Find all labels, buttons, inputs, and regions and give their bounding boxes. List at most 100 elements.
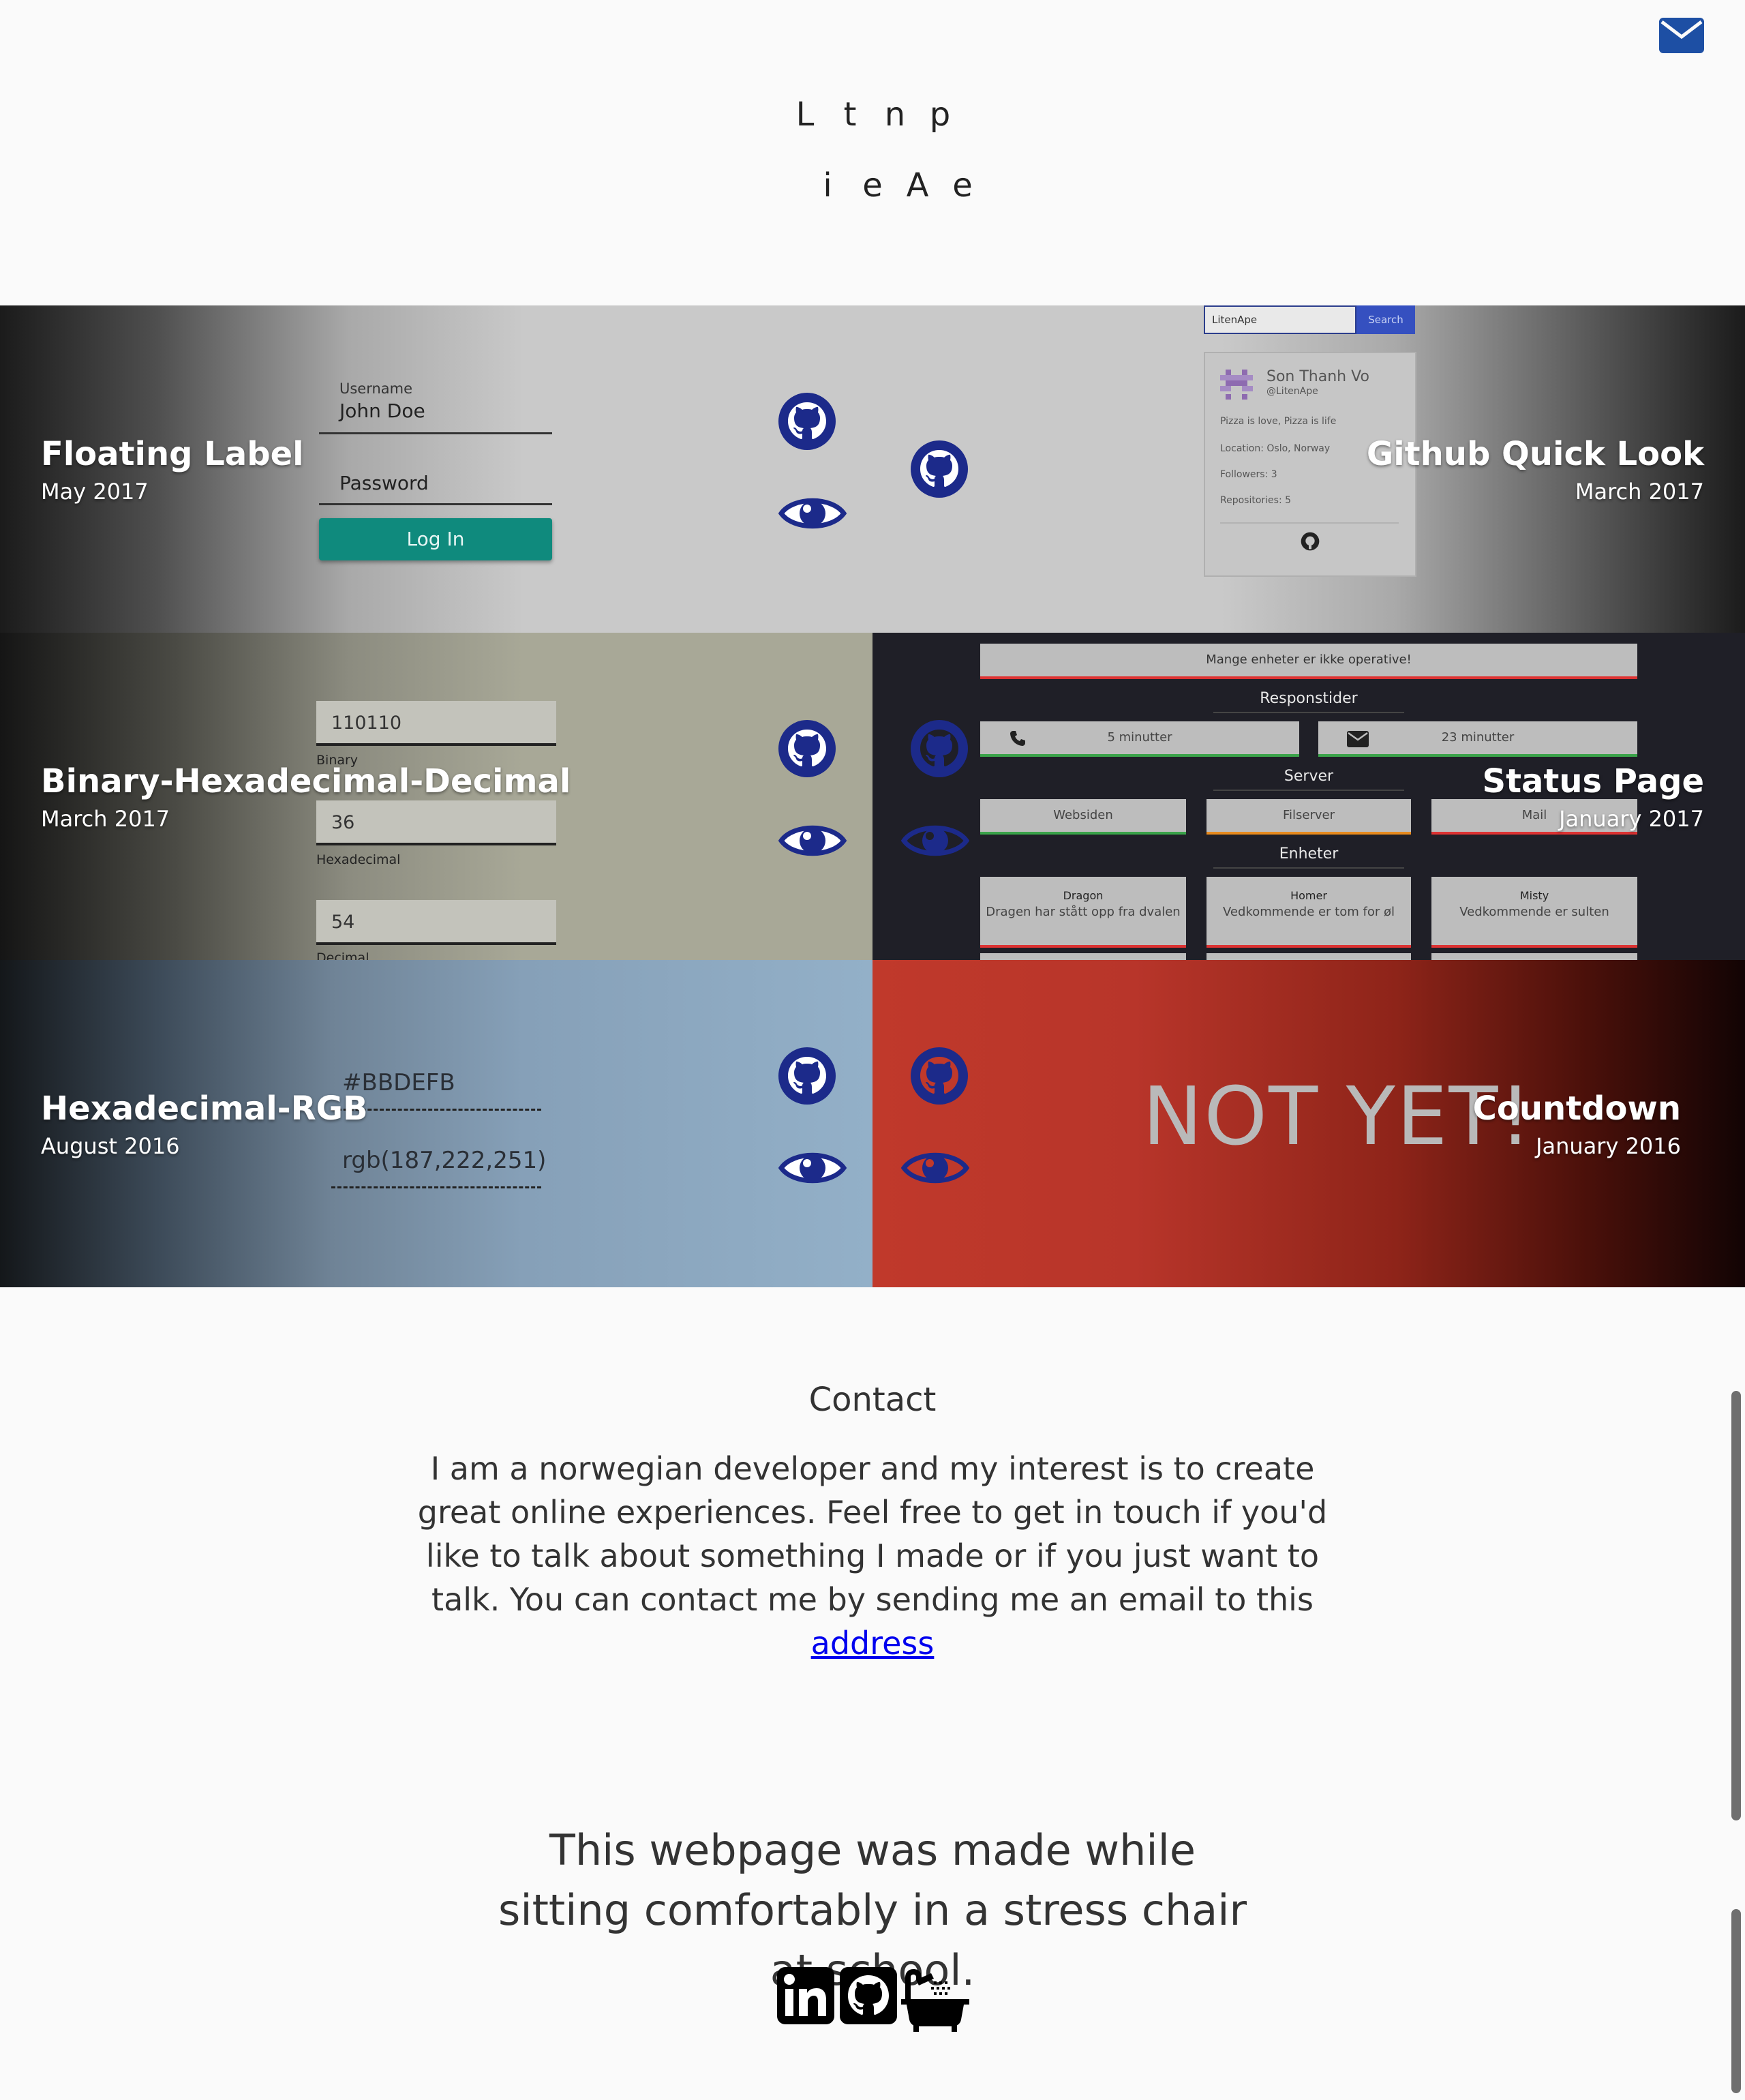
bathtub-icon[interactable] (901, 1964, 969, 2032)
preview-device-name: Dragon (1063, 889, 1104, 902)
preview-rgb-value: rgb(187,222,251) (342, 1147, 547, 1174)
project-title: Floating Label (41, 435, 304, 473)
avatar-icon (1220, 370, 1253, 400)
preview-username-underline (319, 432, 552, 434)
eye-icon[interactable] (778, 492, 847, 535)
envelope-icon (1347, 731, 1369, 747)
project-tile-binary-hexadecimal-decimal[interactable]: 110110 Binary 36 Hexadecimal 54 Decimal … (0, 633, 872, 960)
preview-device-card: Dragon Dragen har stått opp fra dvalen (980, 877, 1186, 948)
preview-phone-time: 5 minutter (1107, 730, 1172, 745)
preview-server-item: Websiden (980, 799, 1186, 835)
github-icon[interactable] (911, 440, 968, 498)
preview-username-value: John Doe (339, 400, 425, 422)
project-title: Countdown (1472, 1090, 1681, 1128)
preview-password-underline (319, 503, 552, 505)
preview-section-response: Responstider (1213, 686, 1404, 713)
preview-server-item: Filserver (1207, 799, 1411, 835)
logo-letter: t (843, 95, 857, 134)
preview-decimal-input: 54 (316, 900, 556, 945)
preview-profile-handle: @LitenApe (1266, 386, 1318, 397)
eye-icon[interactable] (901, 820, 969, 862)
envelope-icon[interactable] (1659, 18, 1704, 53)
github-icon[interactable] (778, 1047, 836, 1105)
preview-device-card: Misty Vedkommende er sulten (1431, 877, 1637, 948)
eye-icon[interactable] (778, 820, 847, 862)
preview-mail-time: 23 minutter (1441, 730, 1515, 745)
eye-icon[interactable] (778, 1147, 847, 1189)
project-tile-status-page[interactable]: Mange enheter er ikke operative! Respons… (872, 633, 1745, 960)
project-date: January 2017 (1559, 806, 1704, 832)
project-tile-hexadecimal-rgb[interactable]: #BBDEFB rgb(187,222,251) Hexadecimal-RGB… (0, 960, 872, 1287)
preview-rgb-underline (331, 1186, 541, 1188)
project-tile-floating-label[interactable]: Username John Doe Password Log In Floati… (0, 305, 872, 633)
logo-letter: e (862, 166, 883, 205)
preview-profile-followers: Followers: 3 (1220, 469, 1277, 480)
scrollbar-thumb[interactable] (1731, 1391, 1741, 1820)
preview-device-status: Vedkommende er sulten (1459, 905, 1609, 919)
preview-binary-input: 110110 (316, 701, 556, 746)
site-logo-top: Ltnp (0, 95, 1745, 134)
project-title: Status Page (1482, 762, 1705, 800)
preview-device-card (1207, 953, 1411, 960)
logo-letter: L (795, 95, 815, 134)
scrollbar-thumb[interactable] (1731, 1909, 1741, 2093)
preview-hex-label: Hexadecimal (316, 852, 401, 867)
preview-decimal-label: Decimal (316, 950, 369, 960)
project-title: Binary-Hexadecimal-Decimal (41, 762, 571, 800)
logo-letter: A (906, 166, 929, 205)
preview-search-input: LitenApe (1204, 305, 1356, 334)
project-date: August 2016 (41, 1133, 180, 1159)
github-icon[interactable] (840, 1967, 897, 2024)
logo-letter: e (952, 166, 973, 205)
phone-icon (1010, 731, 1025, 746)
preview-status-alert: Mange enheter er ikke operative! (980, 644, 1637, 679)
github-icon[interactable] (911, 1047, 968, 1105)
project-date: March 2017 (1575, 479, 1704, 505)
project-date: January 2016 (1536, 1133, 1681, 1159)
contact-title: Contact (808, 1381, 937, 1419)
github-icon[interactable] (911, 720, 968, 777)
preview-device-card (1431, 953, 1637, 960)
preview-device-card: Homer Vedkommende er tom for øl (1207, 877, 1411, 948)
project-date: May 2017 (41, 479, 149, 505)
preview-device-card (980, 953, 1186, 960)
preview-phone-response: 5 minutter (980, 721, 1299, 757)
preview-section-devices: Enheter (1213, 841, 1404, 869)
project-date: March 2017 (41, 806, 170, 832)
preview-search-button: Search (1356, 305, 1415, 334)
preview-username-label: Username (339, 380, 413, 397)
preview-profile-name: Son Thanh Vo (1266, 368, 1369, 385)
preview-password-label: Password (339, 472, 429, 494)
project-tile-github-quick-look[interactable]: LitenApe Search Son Thanh Vo @LitenApe P… (872, 305, 1745, 633)
project-title: Hexadecimal-RGB (41, 1090, 368, 1128)
project-tile-countdown[interactable]: NOT YET! Countdown January 2016 (872, 960, 1745, 1287)
project-title: Github Quick Look (1366, 435, 1704, 473)
preview-device-status: Vedkommende er tom for øl (1223, 905, 1395, 919)
logo-letter: n (884, 95, 906, 134)
eye-icon[interactable] (901, 1147, 969, 1189)
preview-section-server: Server (1213, 764, 1404, 791)
linkedin-icon[interactable] (777, 1967, 834, 2024)
preview-profile-bio: Pizza is love, Pizza is life (1220, 416, 1337, 427)
logo-letter: p (929, 95, 951, 134)
project-row-2: 110110 Binary 36 Hexadecimal 54 Decimal … (0, 633, 1745, 960)
contact-email-link[interactable]: address (811, 1625, 935, 1662)
logo-letter: i (823, 166, 832, 205)
github-icon[interactable] (778, 393, 836, 450)
project-row-3: #BBDEFB rgb(187,222,251) Hexadecimal-RGB… (0, 960, 1745, 1287)
preview-login-button: Log In (319, 518, 552, 560)
preview-profile-repositories: Repositories: 5 (1220, 495, 1292, 506)
preview-profile-location: Location: Oslo, Norway (1220, 443, 1331, 454)
preview-hex-input: 36 (316, 800, 556, 845)
preview-divider (1220, 522, 1399, 524)
preview-mail-response: 23 minutter (1318, 721, 1637, 757)
site-logo-bottom: ieAe (0, 166, 1745, 205)
preview-device-name: Homer (1290, 889, 1327, 902)
contact-text: I am a norwegian developer and my intere… (417, 1450, 1328, 1618)
github-icon[interactable] (778, 720, 836, 777)
contact-paragraph: I am a norwegian developer and my intere… (409, 1447, 1336, 1665)
preview-device-name: Misty (1519, 889, 1549, 902)
preview-device-status: Dragen har stått opp fra dvalen (986, 905, 1181, 919)
github-icon (1301, 532, 1320, 551)
project-row-1: Username John Doe Password Log In Floati… (0, 305, 1745, 633)
